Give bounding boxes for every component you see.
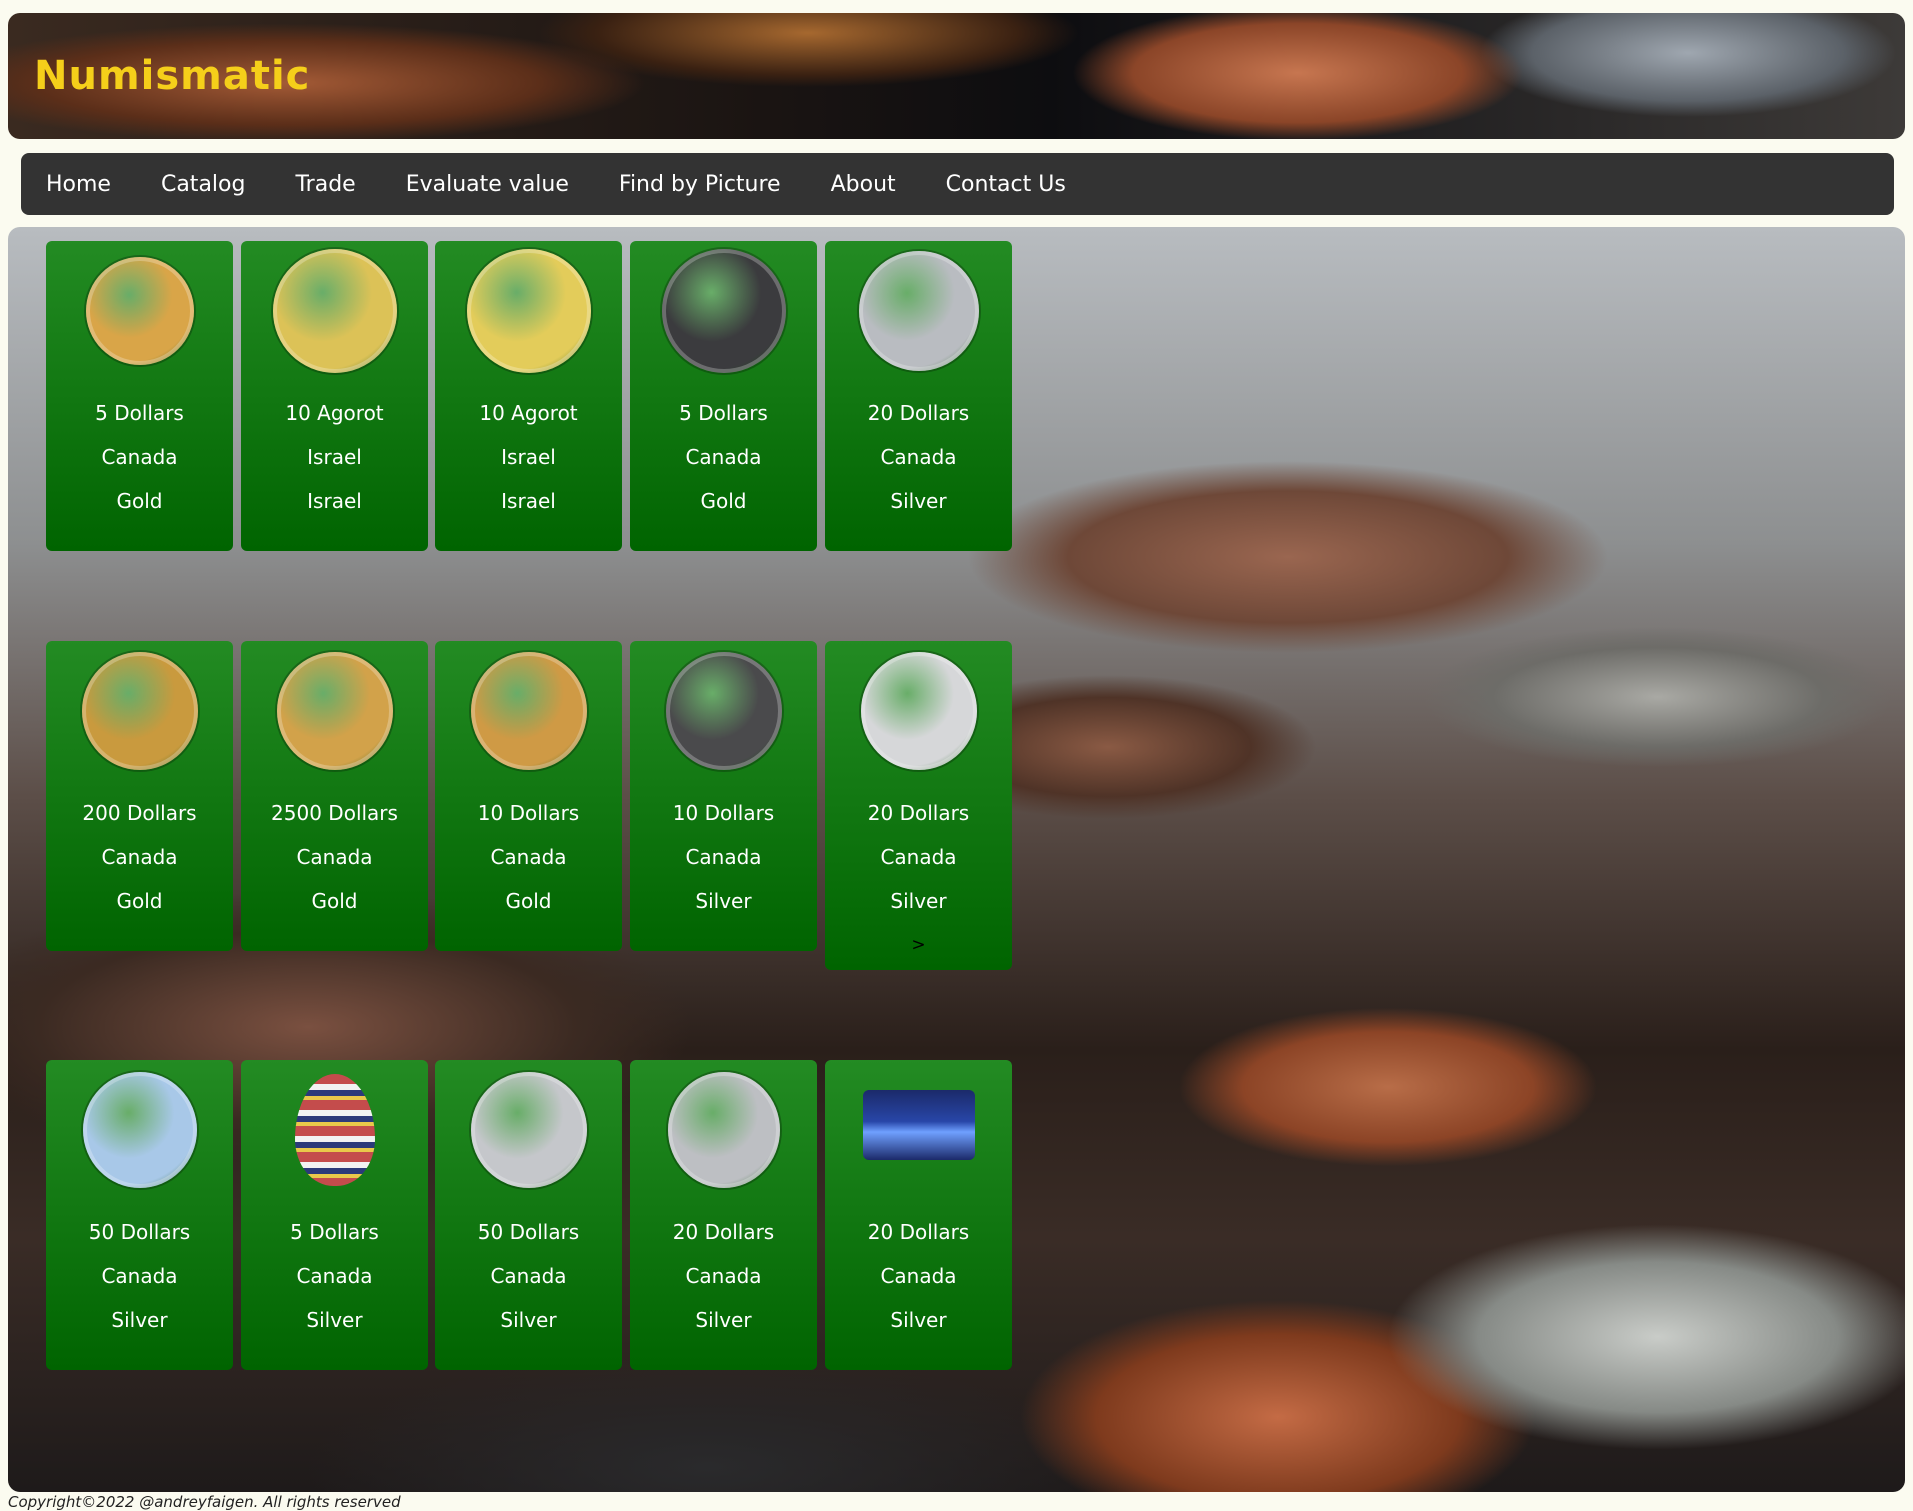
main-nav: Home Catalog Trade Evaluate value Find b… [21,153,1894,215]
more-link[interactable]: > [825,935,1012,955]
coin-denomination: 10 Dollars [477,801,580,825]
gold-sapphire-coin[interactable] [81,652,198,770]
coin-denomination: 20 Dollars [867,1220,970,1244]
gold-menorah-coin[interactable] [466,249,591,373]
coin-material: Silver [695,1308,752,1332]
nav-trade[interactable]: Trade [270,172,380,197]
black-gold-maple-coin[interactable] [661,249,786,373]
coin-country: Canada [880,445,957,469]
black-silver-animal-coin[interactable] [665,652,782,770]
coin-material: Gold [116,489,163,513]
coin-material: Gold [311,889,358,913]
coin-card[interactable]: 5 Dollars Canada Silver [241,1060,428,1370]
coin-material: Silver [306,1308,363,1332]
gold-rabbit-coin[interactable] [276,652,393,770]
silver-colored-maple-coin[interactable] [82,1072,197,1188]
coin-material: Silver [695,889,752,913]
footer-copyright: Copyright©2022 @andreyfaigen. All rights… [8,1493,401,1511]
coin-country: Israel [501,445,556,469]
coin-material: Silver [890,489,947,513]
coin-material: Silver [890,889,947,913]
coin-material: Silver [111,1308,168,1332]
silver-compass-gem-coin[interactable] [470,1072,587,1188]
nav-evaluate-value[interactable]: Evaluate value [381,172,594,197]
coin-card[interactable]: 10 Agorot Israel Israel [435,241,622,551]
coin-country: Canada [685,845,762,869]
coin-material: Gold [116,889,163,913]
coin-country: Canada [685,445,762,469]
coin-denomination: 20 Dollars [867,801,970,825]
coin-denomination: 5 Dollars [290,1220,379,1244]
header-banner: Numismatic [8,13,1905,139]
coin-material: Silver [500,1308,557,1332]
coin-country: Canada [880,1264,957,1288]
site-title[interactable]: Numismatic [34,53,310,99]
coin-material: Gold [700,489,747,513]
coin-card[interactable]: 5 Dollars Canada Gold [46,241,233,551]
coin-card[interactable]: 20 Dollars Canada Silver [630,1060,817,1370]
coin-denomination: 200 Dollars [82,801,197,825]
coin-denomination: 50 Dollars [477,1220,580,1244]
silver-earth-drop-coin[interactable] [858,251,979,371]
nav-contact-us[interactable]: Contact Us [921,172,1091,197]
coin-country: Canada [685,1264,762,1288]
coin-country: Canada [296,1264,373,1288]
coin-denomination: 10 Agorot [479,401,578,425]
catalog-area: 5 Dollars Canada Gold 10 Agorot Israel Israel… [8,227,1905,1492]
nav-catalog[interactable]: Catalog [136,172,271,197]
blue-rectangular-aurora-coin[interactable] [862,1090,975,1160]
coin-card[interactable]: 10 Dollars Canada Silver [630,641,817,951]
nav-about[interactable]: About [806,172,921,197]
coin-card[interactable]: 50 Dollars Canada Silver [435,1060,622,1370]
coin-material: Silver [890,1308,947,1332]
nav-find-by-picture[interactable]: Find by Picture [594,172,806,197]
coin-denomination: 20 Dollars [672,1220,775,1244]
coin-card[interactable]: 20 Dollars Canada Silver > [825,641,1012,970]
coin-material: Israel [501,489,556,513]
nav-home[interactable]: Home [21,172,136,197]
coin-country: Canada [880,845,957,869]
coin-card[interactable]: 2500 Dollars Canada Gold [241,641,428,951]
gold-10-agorot-coin[interactable] [272,249,397,373]
coin-card[interactable]: 5 Dollars Canada Gold [630,241,817,551]
coin-country: Canada [101,1264,178,1288]
coin-card[interactable]: 50 Dollars Canada Silver [46,1060,233,1370]
coin-denomination: 5 Dollars [95,401,184,425]
coin-card[interactable]: 20 Dollars Canada Silver [825,241,1012,551]
coin-denomination: 2500 Dollars [271,801,398,825]
coin-country: Israel [307,445,362,469]
coin-denomination: 10 Agorot [285,401,384,425]
coin-denomination: 20 Dollars [867,401,970,425]
gold-maple-leaf-coin[interactable] [85,257,194,365]
coin-country: Canada [490,1264,567,1288]
coin-card[interactable]: 10 Agorot Israel Israel [241,241,428,551]
coin-country: Canada [490,845,567,869]
silver-queen-portrait-coin[interactable] [667,1072,780,1188]
coin-card[interactable]: 200 Dollars Canada Gold [46,641,233,951]
coin-material: Gold [505,889,552,913]
coin-country: Canada [296,845,373,869]
coin-country: Canada [101,445,178,469]
gold-maple-2022-coin[interactable] [470,652,587,770]
silver-tartan-coin[interactable] [860,652,977,770]
coin-denomination: 5 Dollars [679,401,768,425]
coin-material: Israel [307,489,362,513]
coin-denomination: 50 Dollars [88,1220,191,1244]
coin-card[interactable]: 10 Dollars Canada Gold [435,641,622,951]
pysanka-egg-coin[interactable] [294,1074,375,1186]
coin-card[interactable]: 20 Dollars Canada Silver [825,1060,1012,1370]
coin-denomination: 10 Dollars [672,801,775,825]
coin-country: Canada [101,845,178,869]
